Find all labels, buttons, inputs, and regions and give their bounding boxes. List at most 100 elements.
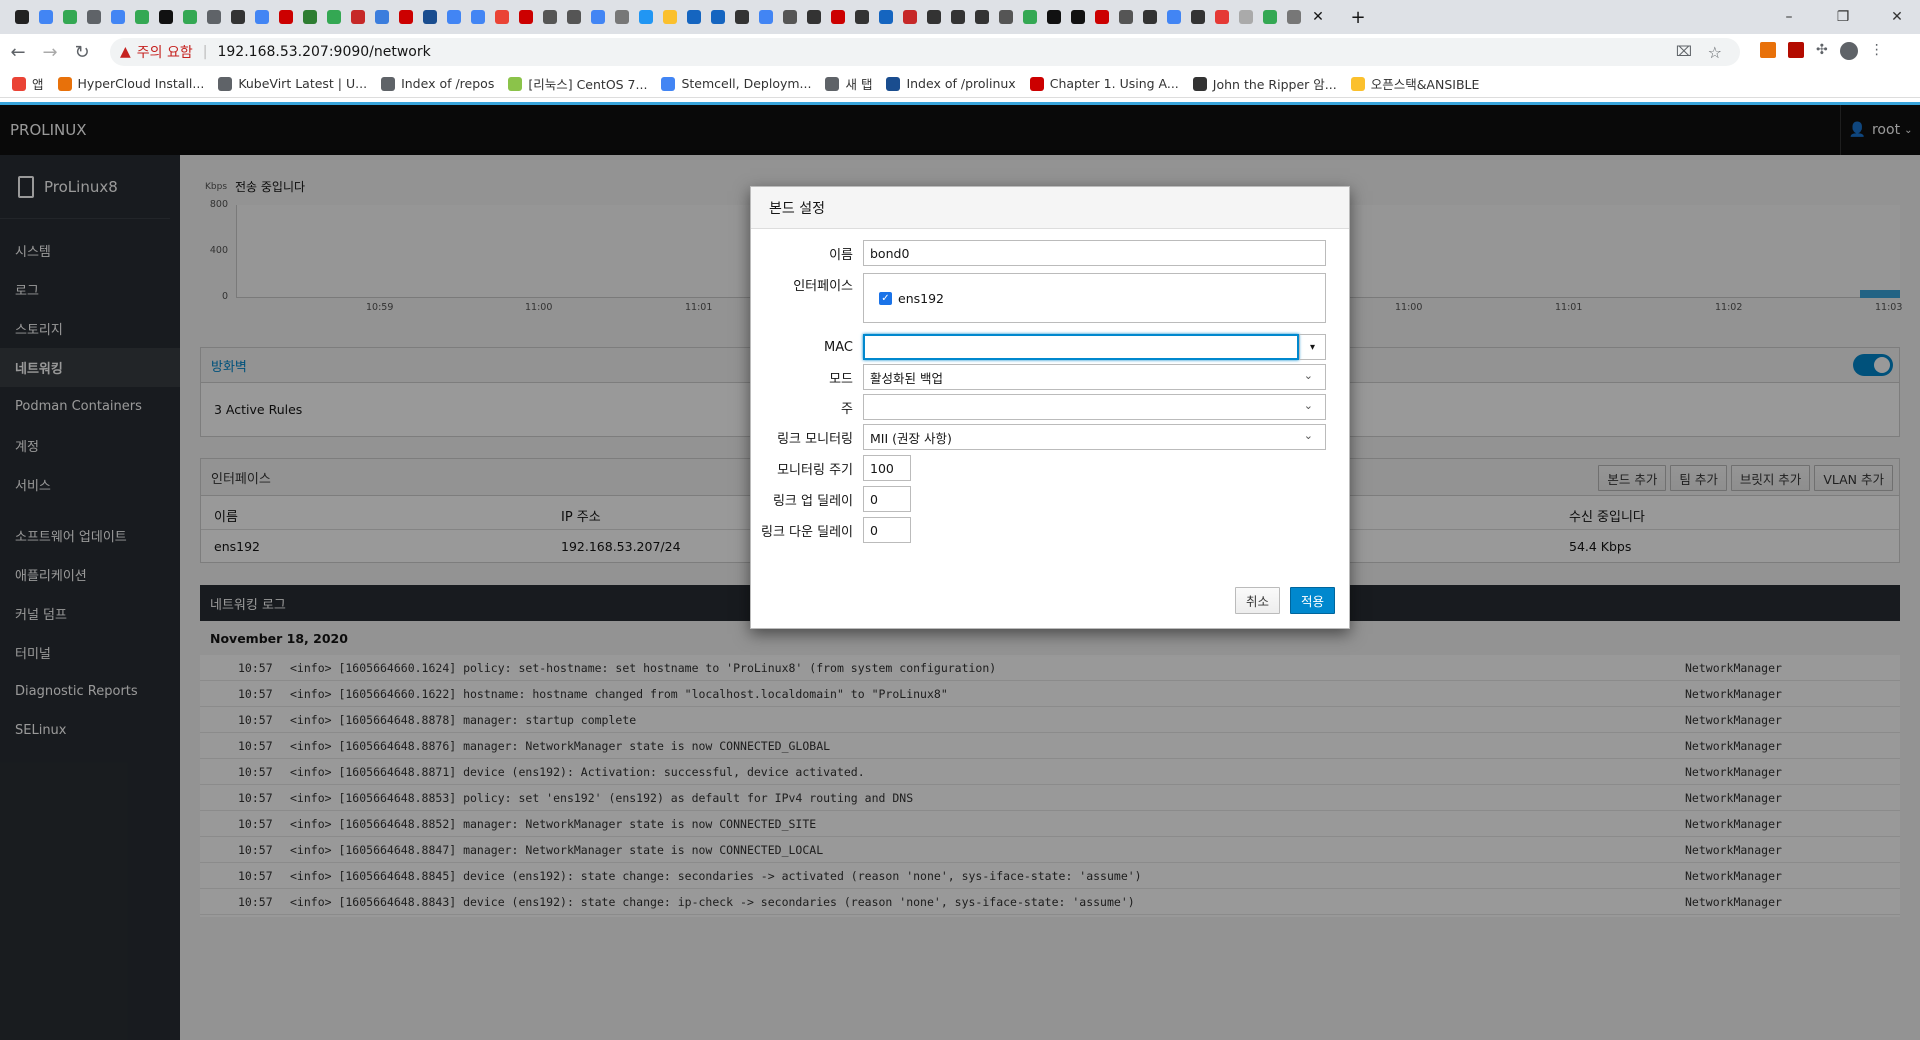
puzzle-icon[interactable]: ✣ xyxy=(1816,42,1828,60)
browser-tab-favicon-icon[interactable] xyxy=(826,4,850,30)
forward-icon[interactable]: → xyxy=(36,38,64,66)
warning-icon: ▲ xyxy=(120,44,131,60)
browser-tab-favicon-icon[interactable] xyxy=(346,4,370,30)
browser-tab-favicon-icon[interactable] xyxy=(802,4,826,30)
link-up-delay-input[interactable]: 0 xyxy=(863,486,911,512)
browser-tab-favicon-icon[interactable] xyxy=(1162,4,1186,30)
browser-tab-favicon-icon[interactable] xyxy=(874,4,898,30)
bookmark-item[interactable]: 새 탭 xyxy=(825,74,872,93)
browser-tab-favicon-icon[interactable] xyxy=(610,4,634,30)
browser-tab-favicon-icon[interactable] xyxy=(274,4,298,30)
bookmark-item[interactable]: Index of /repos xyxy=(381,76,494,91)
extension-icon[interactable] xyxy=(1760,42,1776,58)
browser-tab-favicon-icon[interactable] xyxy=(1258,4,1282,30)
browser-tab-favicon-icon[interactable] xyxy=(178,4,202,30)
browser-tab-favicon-icon[interactable] xyxy=(154,4,178,30)
browser-tab-favicon-icon[interactable] xyxy=(946,4,970,30)
browser-tab-favicon-icon[interactable] xyxy=(202,4,226,30)
mac-dropdown-button[interactable]: ▾ xyxy=(1299,334,1326,360)
restore-icon[interactable]: ❐ xyxy=(1820,0,1866,34)
new-tab-icon[interactable]: + xyxy=(1346,4,1370,30)
back-icon[interactable]: ← xyxy=(4,38,32,66)
browser-tab-favicon-icon[interactable] xyxy=(1066,4,1090,30)
apply-button[interactable]: 적용 xyxy=(1289,587,1335,614)
browser-tab-favicon-icon[interactable] xyxy=(562,4,586,30)
browser-tab-favicon-icon[interactable] xyxy=(922,4,946,30)
browser-tab-favicon-icon[interactable] xyxy=(370,4,394,30)
bookmark-item[interactable]: 오픈스택&ANSIBLE xyxy=(1350,74,1479,93)
browser-tab-favicon-icon[interactable] xyxy=(706,4,730,30)
close-tab-icon[interactable]: ✕ xyxy=(1306,4,1330,30)
browser-tab-favicon-icon[interactable] xyxy=(538,4,562,30)
bookmark-item[interactable]: John the Ripper 암... xyxy=(1192,74,1337,93)
link-monitoring-select[interactable]: MII (권장 사항) ⌄ xyxy=(863,424,1326,450)
browser-tab-favicon-icon[interactable] xyxy=(322,4,346,30)
bookmark-item[interactable]: HyperCloud Install... xyxy=(57,76,205,91)
browser-tab-favicon-icon[interactable] xyxy=(466,4,490,30)
browser-tab-favicon-icon[interactable] xyxy=(778,4,802,30)
browser-tab-favicon-icon[interactable] xyxy=(898,4,922,30)
bookmark-item[interactable]: Index of /prolinux xyxy=(886,76,1016,91)
browser-tab-favicon-icon[interactable] xyxy=(682,4,706,30)
browser-tab-favicon-icon[interactable] xyxy=(1282,4,1306,30)
browser-tab-favicon-icon[interactable] xyxy=(514,4,538,30)
browser-tab-favicon-icon[interactable] xyxy=(994,4,1018,30)
dialog-title: 본드 설정 xyxy=(769,200,825,217)
browser-tab-favicon-icon[interactable] xyxy=(658,4,682,30)
browser-tab-favicon-icon[interactable] xyxy=(1114,4,1138,30)
browser-tab-favicon-icon[interactable] xyxy=(442,4,466,30)
bookmark-item[interactable]: Stemcell, Deploym... xyxy=(661,76,811,91)
browser-tab-favicon-icon[interactable] xyxy=(1138,4,1162,30)
menu-dots-icon[interactable]: ⋮ xyxy=(1870,42,1884,60)
browser-tab-favicon-icon[interactable] xyxy=(490,4,514,30)
ens192-checkbox[interactable]: ✓ xyxy=(879,291,892,305)
primary-select[interactable]: ⌄ xyxy=(863,394,1326,420)
browser-tab-favicon-icon[interactable] xyxy=(394,4,418,30)
browser-tab-favicon-icon[interactable] xyxy=(850,4,874,30)
bookmark-item[interactable]: KubeVirt Latest | U... xyxy=(218,76,367,91)
security-warning[interactable]: 주의 요함 xyxy=(137,42,193,62)
browser-tab-strip: ✕ + – ❐ ✕ xyxy=(0,0,1920,34)
mode-select[interactable]: 활성화된 백업 ⌄ xyxy=(863,364,1326,390)
address-bar[interactable]: ▲ 주의 요함 | 192.168.53.207:9090/network ⌧ … xyxy=(110,38,1740,66)
browser-tab-favicon-icon[interactable] xyxy=(1042,4,1066,30)
browser-tab-favicon-icon[interactable] xyxy=(106,4,130,30)
link-down-delay-input[interactable]: 0 xyxy=(863,517,911,543)
url-text[interactable]: 192.168.53.207:9090/network xyxy=(217,44,430,60)
browser-tab-favicon-icon[interactable] xyxy=(34,4,58,30)
browser-tab-favicon-icon[interactable] xyxy=(1186,4,1210,30)
bookmark-item[interactable]: Chapter 1. Using A... xyxy=(1029,76,1179,91)
browser-tab-favicon-icon[interactable] xyxy=(250,4,274,30)
browser-tab-favicon-icon[interactable] xyxy=(586,4,610,30)
browser-tab-favicon-icon[interactable] xyxy=(82,4,106,30)
pdf-extension-icon[interactable] xyxy=(1788,42,1804,58)
browser-tab-favicon-icon[interactable] xyxy=(730,4,754,30)
bookmark-item[interactable]: 앱 xyxy=(12,74,44,93)
browser-tab-favicon-icon[interactable] xyxy=(226,4,250,30)
star-icon[interactable]: ☆ xyxy=(1708,43,1722,62)
browser-tab-favicon-icon[interactable] xyxy=(1018,4,1042,30)
cancel-button[interactable]: 취소 xyxy=(1234,587,1280,614)
profile-icon[interactable] xyxy=(1839,42,1858,60)
browser-tab-favicon-icon[interactable] xyxy=(10,4,34,30)
bookmark-label: John the Ripper 암... xyxy=(1212,77,1337,92)
bond-name-input[interactable]: bond0 xyxy=(863,240,1326,266)
minimize-icon[interactable]: – xyxy=(1766,0,1812,34)
browser-tab-favicon-icon[interactable] xyxy=(418,4,442,30)
mac-input[interactable] xyxy=(863,334,1299,360)
browser-tab-favicon-icon[interactable] xyxy=(298,4,322,30)
monitoring-interval-input[interactable]: 100 xyxy=(863,455,911,481)
browser-tab-favicon-icon[interactable] xyxy=(1210,4,1234,30)
translate-icon[interactable]: ⌧ xyxy=(1676,44,1692,60)
browser-tab-favicon-icon[interactable] xyxy=(754,4,778,30)
reload-icon[interactable]: ↻ xyxy=(68,38,96,66)
browser-tab-favicon-icon[interactable] xyxy=(1234,4,1258,30)
bookmark-item[interactable]: [리눅스] CentOS 7... xyxy=(508,74,647,93)
browser-tab-favicon-icon[interactable] xyxy=(970,4,994,30)
bookmark-label: HyperCloud Install... xyxy=(77,76,205,91)
close-window-icon[interactable]: ✕ xyxy=(1874,0,1920,34)
browser-tab-favicon-icon[interactable] xyxy=(1090,4,1114,30)
browser-tab-favicon-icon[interactable] xyxy=(130,4,154,30)
browser-tab-favicon-icon[interactable] xyxy=(58,4,82,30)
browser-tab-favicon-icon[interactable] xyxy=(634,4,658,30)
